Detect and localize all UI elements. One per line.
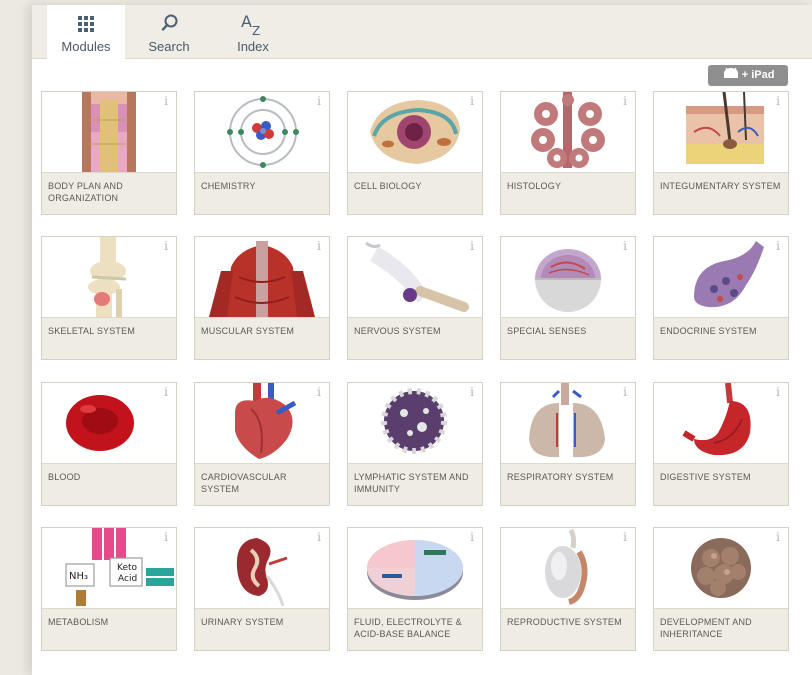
module-card-respiratory[interactable]: i RESPIRATORY SYSTEM: [500, 382, 636, 506]
module-card-development[interactable]: i DEVELOPMENT AND INHERITANCE: [653, 527, 789, 651]
heart-icon: [195, 383, 329, 463]
info-button[interactable]: i: [470, 385, 474, 399]
module-card-blood[interactable]: i BLOOD: [41, 382, 177, 506]
module-card-cell-biology[interactable]: i CELL BIOLOGY: [347, 91, 483, 215]
module-card-body-plan[interactable]: i BODY PLAN AND ORGANIZATION: [41, 91, 177, 215]
info-button[interactable]: i: [317, 239, 321, 253]
module-card-special-senses[interactable]: i SPECIAL SENSES: [500, 236, 636, 360]
gland-icon: [654, 237, 788, 317]
info-button[interactable]: i: [164, 385, 168, 399]
atom-icon: [195, 92, 329, 172]
info-button[interactable]: i: [623, 239, 627, 253]
nh3-label: NH₃: [69, 571, 88, 582]
eyeball-icon: [501, 237, 635, 317]
info-button[interactable]: i: [470, 530, 474, 544]
module-card-metabolism[interactable]: NH₃ Keto Acid i METABOLISM: [41, 527, 177, 651]
module-label: INTEGUMENTARY SYSTEM: [654, 172, 788, 214]
body-plan-icon: [42, 92, 176, 172]
module-card-endocrine[interactable]: i ENDOCRINE SYSTEM: [653, 236, 789, 360]
module-label: LYMPHATIC SYSTEM AND IMMUNITY: [348, 463, 482, 505]
module-card-fluid-balance[interactable]: i FLUID, ELECTROLYTE & ACID-BASE BALANCE: [347, 527, 483, 651]
module-card-chemistry[interactable]: i CHEMISTRY: [194, 91, 330, 215]
module-label: HISTOLOGY: [501, 172, 635, 214]
fluid-balance-icon: [348, 528, 482, 608]
skin-cross-section-icon: [654, 92, 788, 172]
info-button[interactable]: i: [164, 239, 168, 253]
lungs-icon: [501, 383, 635, 463]
module-card-histology[interactable]: i HISTOLOGY: [500, 91, 636, 215]
gland-tissue-icon: [501, 92, 635, 172]
info-button[interactable]: i: [776, 239, 780, 253]
neuron-icon: [348, 237, 482, 317]
module-label: CELL BIOLOGY: [348, 172, 482, 214]
embryo-icon: [654, 528, 788, 608]
module-label: FLUID, ELECTROLYTE & ACID-BASE BALANCE: [348, 608, 482, 650]
info-button[interactable]: i: [164, 94, 168, 108]
module-label: RESPIRATORY SYSTEM: [501, 463, 635, 505]
module-label: URINARY SYSTEM: [195, 608, 329, 650]
module-label: CHEMISTRY: [195, 172, 329, 214]
module-label: SPECIAL SENSES: [501, 317, 635, 359]
info-button[interactable]: i: [470, 239, 474, 253]
module-label: CARDIOVASCULAR SYSTEM: [195, 463, 329, 505]
keto-label: Keto: [117, 563, 138, 573]
info-button[interactable]: i: [776, 94, 780, 108]
app-frame: Modules Search A Z Index + iPad i BODY P…: [32, 5, 812, 675]
lymph-cell-icon: [348, 383, 482, 463]
knee-joint-icon: [42, 237, 176, 317]
module-label: REPRODUCTIVE SYSTEM: [501, 608, 635, 650]
info-button[interactable]: i: [776, 530, 780, 544]
info-button[interactable]: i: [623, 385, 627, 399]
info-button[interactable]: i: [164, 530, 168, 544]
cell-icon: [348, 92, 482, 172]
module-card-urinary[interactable]: i URINARY SYSTEM: [194, 527, 330, 651]
kidney-icon: [195, 528, 329, 608]
testis-icon: [501, 528, 635, 608]
module-label: NERVOUS SYSTEM: [348, 317, 482, 359]
info-button[interactable]: i: [317, 385, 321, 399]
metabolism-diagram-icon: NH₃ Keto Acid: [42, 528, 176, 608]
module-card-lymphatic[interactable]: i LYMPHATIC SYSTEM AND IMMUNITY: [347, 382, 483, 506]
module-label: MUSCULAR SYSTEM: [195, 317, 329, 359]
module-card-nervous[interactable]: i NERVOUS SYSTEM: [347, 236, 483, 360]
red-blood-cell-icon: [42, 383, 176, 463]
module-label: ENDOCRINE SYSTEM: [654, 317, 788, 359]
module-label: BLOOD: [42, 463, 176, 505]
module-grid: i BODY PLAN AND ORGANIZATION i CHEMISTRY…: [32, 5, 812, 675]
back-muscles-icon: [195, 237, 329, 317]
info-button[interactable]: i: [317, 530, 321, 544]
stomach-icon: [654, 383, 788, 463]
module-card-skeletal[interactable]: i SKELETAL SYSTEM: [41, 236, 177, 360]
module-label: SKELETAL SYSTEM: [42, 317, 176, 359]
info-button[interactable]: i: [623, 94, 627, 108]
info-button[interactable]: i: [317, 94, 321, 108]
module-card-digestive[interactable]: i DIGESTIVE SYSTEM: [653, 382, 789, 506]
info-button[interactable]: i: [776, 385, 780, 399]
module-label: METABOLISM: [42, 608, 176, 650]
module-label: BODY PLAN AND ORGANIZATION: [42, 172, 176, 214]
info-button[interactable]: i: [470, 94, 474, 108]
module-card-reproductive[interactable]: i REPRODUCTIVE SYSTEM: [500, 527, 636, 651]
module-card-integumentary[interactable]: i INTEGUMENTARY SYSTEM: [653, 91, 789, 215]
module-card-muscular[interactable]: i MUSCULAR SYSTEM: [194, 236, 330, 360]
info-button[interactable]: i: [623, 530, 627, 544]
module-label: DIGESTIVE SYSTEM: [654, 463, 788, 505]
acid-label: Acid: [118, 574, 137, 584]
module-card-cardiovascular[interactable]: i CARDIOVASCULAR SYSTEM: [194, 382, 330, 506]
module-label: DEVELOPMENT AND INHERITANCE: [654, 608, 788, 650]
